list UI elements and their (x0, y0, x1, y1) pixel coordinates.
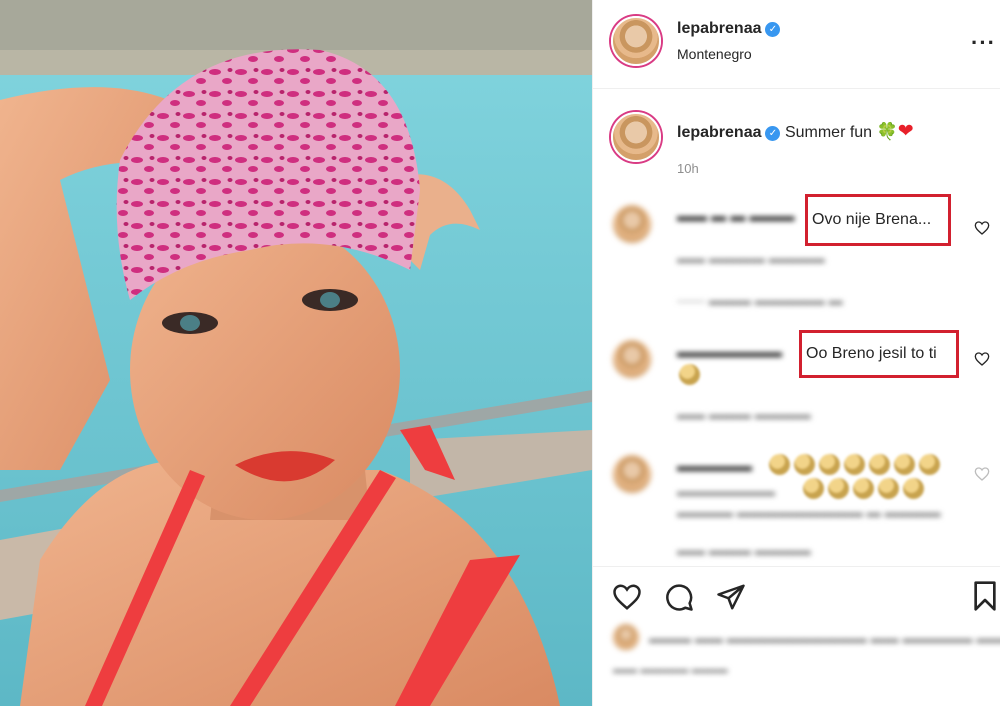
comment-heart-icon[interactable] (974, 351, 990, 367)
comment-avatar[interactable] (613, 340, 651, 378)
post-image (0, 0, 592, 706)
post-date-blurred: ▬▬ ▬▬▬▬ ▬▬▬ (613, 662, 728, 676)
view-replies-blurred: —— ▬▬▬ ▬▬▬▬▬ ▬ (677, 292, 843, 308)
header-username[interactable]: lepabrenaa ✓ (677, 20, 781, 38)
comment-meta-blurred: ▬▬ ▬▬▬ ▬▬▬▬ (677, 406, 811, 422)
comment-username-blurred: ▬▬ ▬ ▬ ▬▬▬ (677, 208, 795, 225)
post-photo[interactable] (0, 0, 592, 706)
comment-icon[interactable] (663, 582, 695, 612)
more-options-icon[interactable]: ··· (971, 30, 996, 56)
comment-heart-icon[interactable] (974, 466, 990, 482)
location-link[interactable]: Montenegro (677, 46, 752, 62)
profile-avatar[interactable] (611, 16, 661, 66)
liked-by-blurred[interactable]: ▬▬▬ ▬▬ ▬▬▬▬▬▬▬▬▬▬ ▬▬ ▬▬▬▬▬ ▬▬▬▬▬ (649, 630, 1000, 646)
clover-emoji: 🍀 (876, 122, 898, 141)
caption-avatar[interactable] (611, 112, 661, 162)
header-divider (593, 88, 1000, 89)
comment-emoji-blurred (679, 364, 704, 385)
comment-text-blurred: ▬▬▬▬▬▬▬ (677, 483, 775, 499)
liked-by-avatar (613, 624, 639, 650)
red-heart-emoji: ❤ (897, 121, 914, 142)
comment-avatar[interactable] (613, 205, 651, 243)
send-icon[interactable] (715, 582, 747, 612)
actions-divider (593, 566, 1000, 567)
comment-username-blurred: ▬▬▬▬▬ (677, 458, 752, 475)
caption-text: Summer fun (784, 124, 873, 141)
caption-username[interactable]: lepabrenaa (677, 124, 761, 141)
heart-icon[interactable] (611, 582, 643, 612)
caption-line: lepabrenaa ✓ Summer fun 🍀❤ (677, 120, 914, 143)
comment-username-blurred: ▬▬▬▬▬▬▬ (677, 344, 782, 361)
comment-text-blurred: ▬▬▬▬ ▬▬▬▬▬▬▬▬▬ ▬ ▬▬▬▬ (677, 504, 941, 520)
verified-badge-icon: ✓ (765, 126, 781, 141)
post-panel: lepabrenaa ✓ Montenegro ··· lepabrenaa ✓ S… (592, 0, 1000, 706)
comment-emoji-blurred (803, 478, 928, 499)
verified-badge-icon: ✓ (765, 22, 781, 37)
comment-text: Ovo nije Brena... (812, 211, 932, 228)
caption-time: 10h (677, 161, 699, 176)
comment-meta-blurred: ▬▬ ▬▬▬ ▬▬▬▬ (677, 542, 811, 558)
username-link[interactable]: lepabrenaa (677, 20, 761, 37)
comment-heart-icon[interactable] (974, 220, 990, 236)
comment-text: Oo Breno jesil to ti (806, 345, 937, 362)
comment-text-highlighted: Ovo nije Brena... (805, 194, 951, 246)
comment-text-highlighted: Oo Breno jesil to ti (799, 330, 959, 378)
comment-avatar[interactable] (613, 455, 651, 493)
comment-emoji-blurred (769, 454, 944, 475)
comment-meta-blurred: ▬▬ ▬▬▬▬ ▬▬▬▬ (677, 250, 825, 266)
bookmark-icon[interactable] (971, 580, 999, 612)
